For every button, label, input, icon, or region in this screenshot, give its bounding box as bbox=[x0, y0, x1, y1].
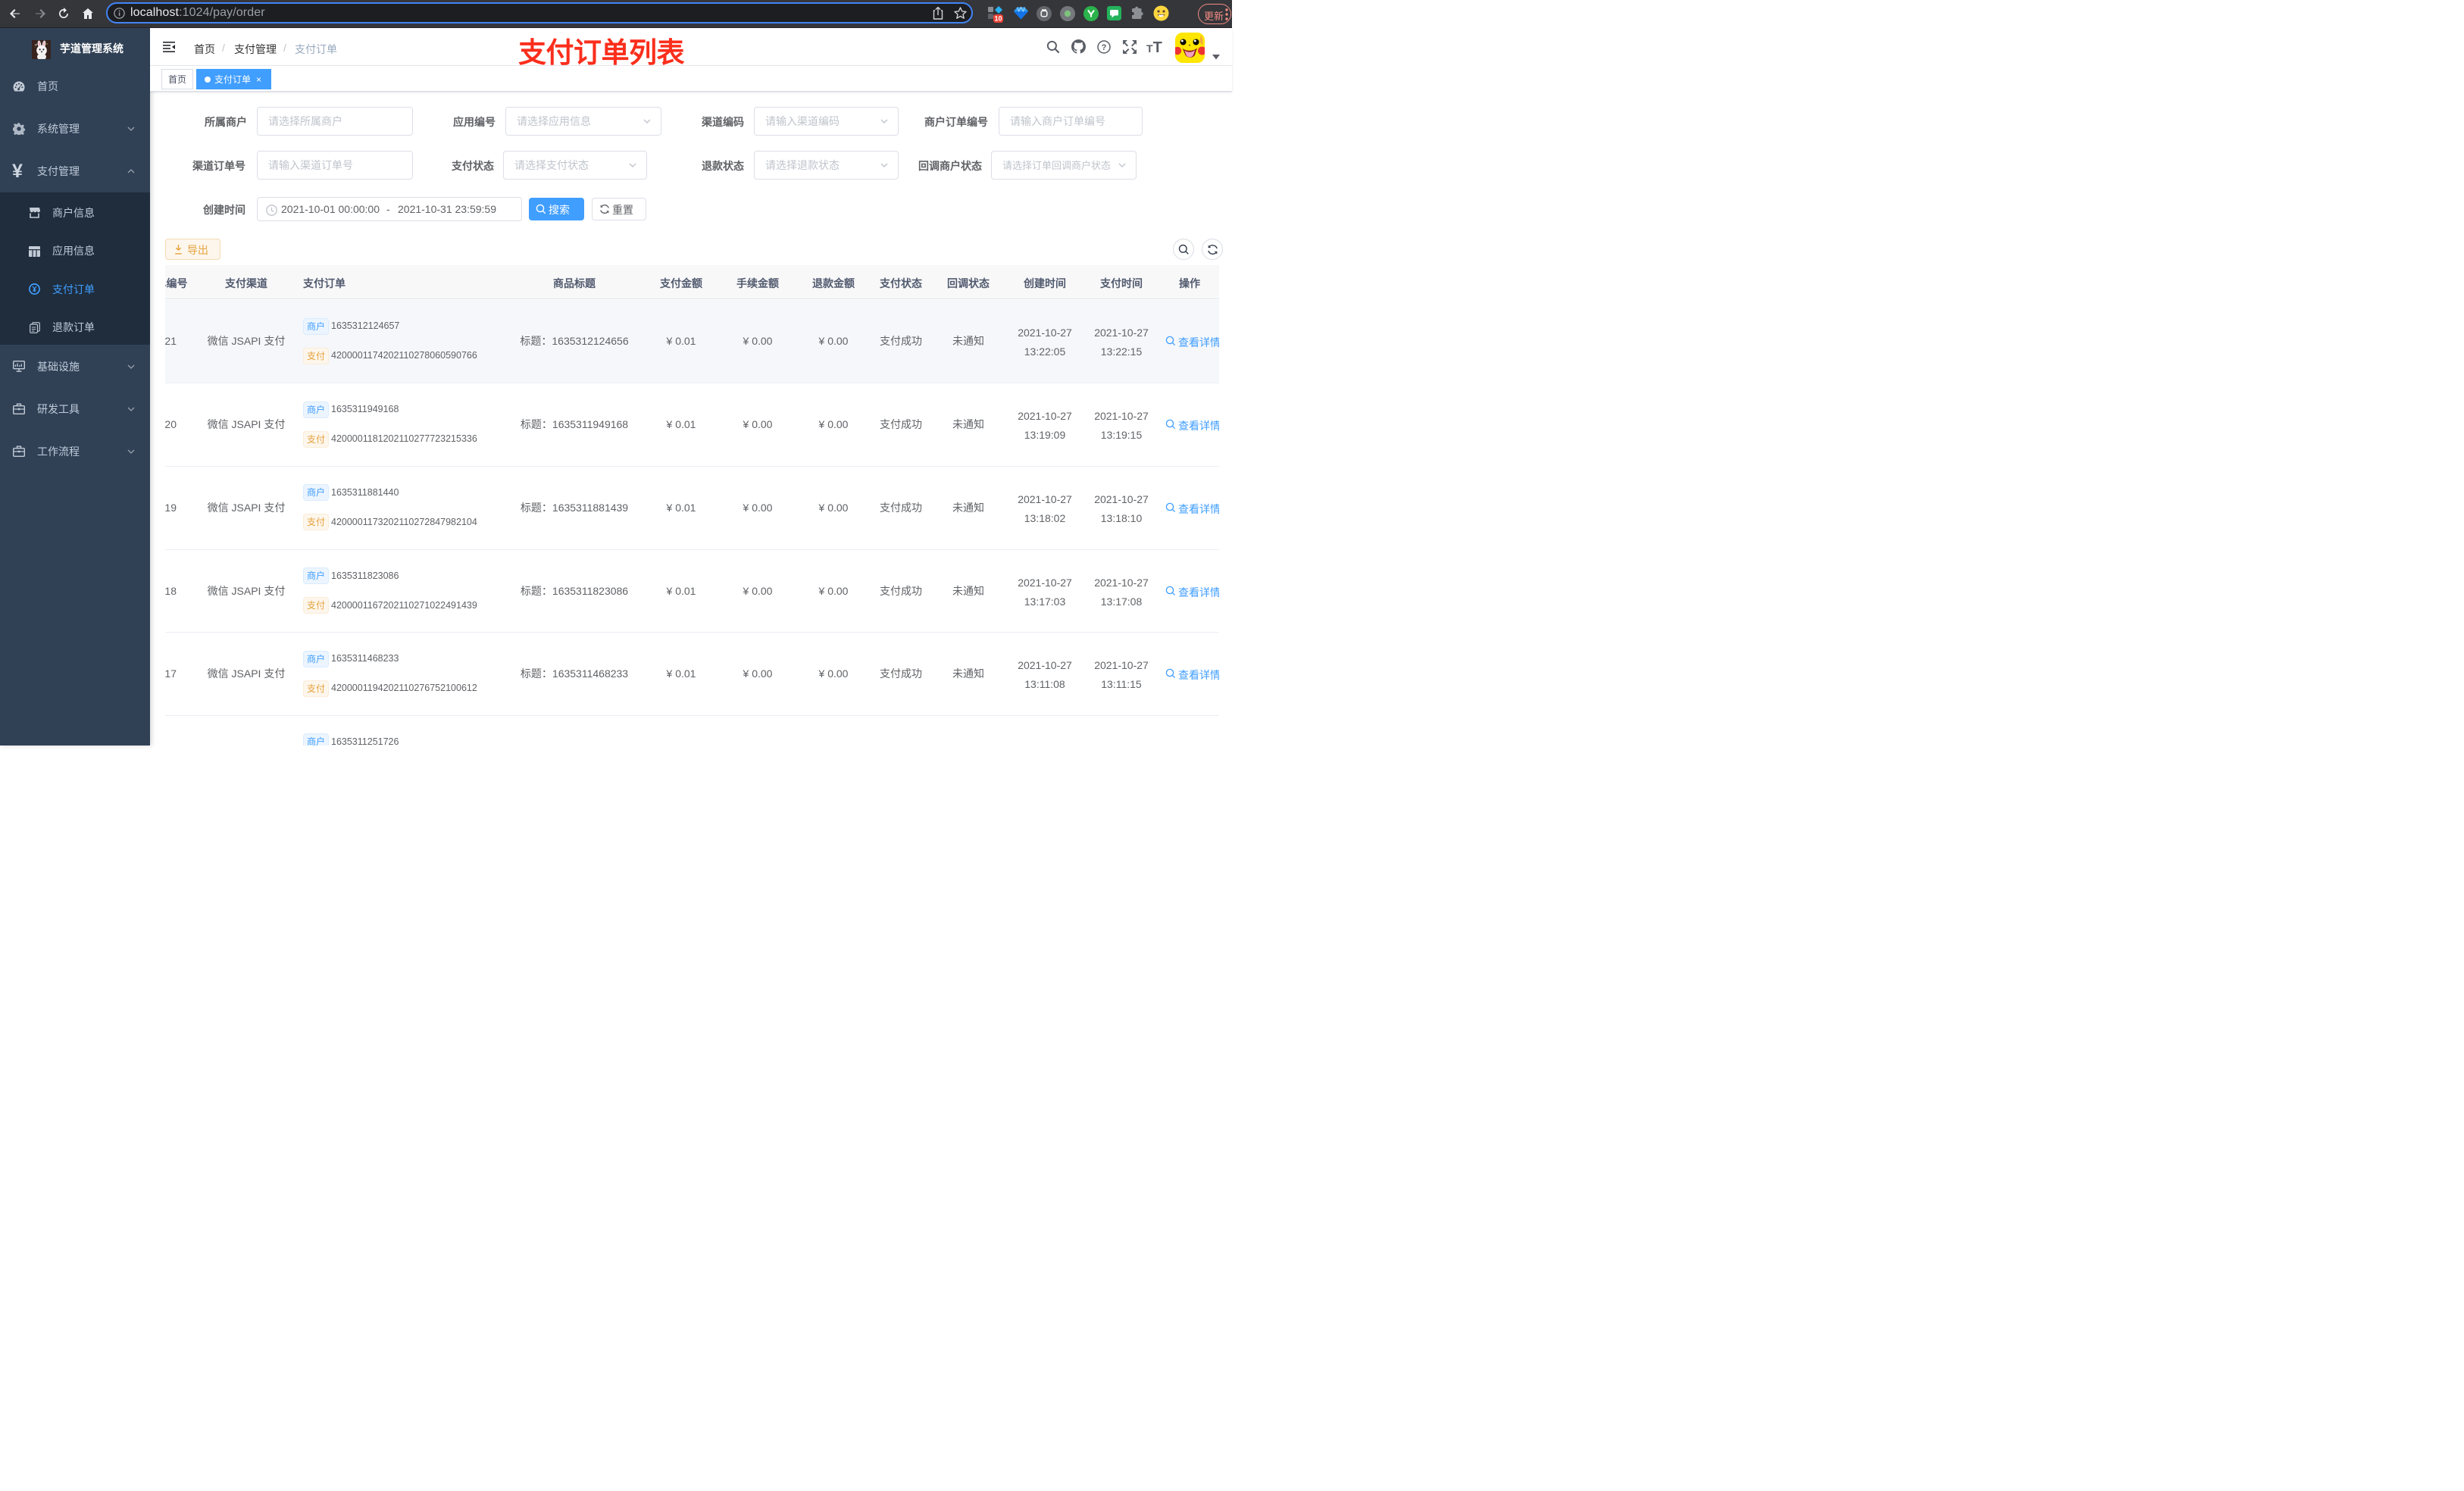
svg-text:10: 10 bbox=[994, 15, 1002, 23]
svg-text:?: ? bbox=[1102, 43, 1107, 52]
